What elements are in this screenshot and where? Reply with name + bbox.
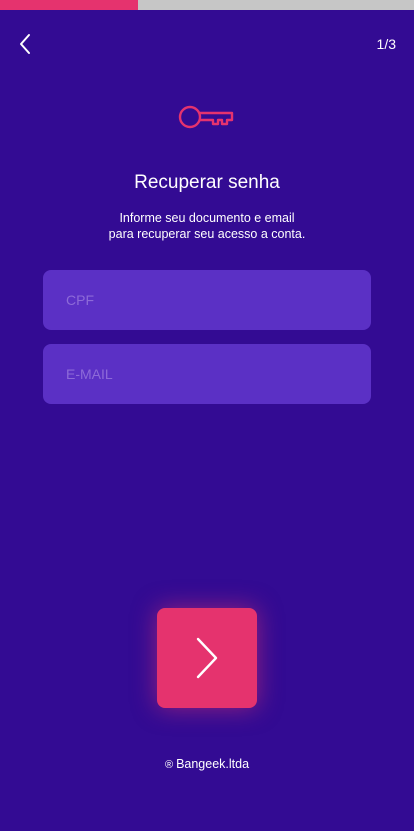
company-name: Bangeek.ltda xyxy=(176,757,250,771)
next-button[interactable] xyxy=(157,608,257,708)
cpf-field[interactable] xyxy=(43,270,371,330)
footer-brand: ® Bangeek.ltda xyxy=(0,757,414,771)
step-counter: 1/3 xyxy=(376,36,396,52)
chevron-left-icon xyxy=(20,34,30,54)
progress-bar xyxy=(0,0,414,10)
key-icon xyxy=(178,105,234,129)
progress-bar-fill xyxy=(0,0,138,10)
page-subtitle: Informe seu documento e email para recup… xyxy=(60,210,354,242)
registered-symbol: ® xyxy=(164,759,174,771)
subtitle-line-2: para recuperar seu acesso a conta. xyxy=(108,227,306,241)
cpf-input[interactable] xyxy=(66,292,348,308)
chevron-right-icon xyxy=(196,637,218,679)
back-button[interactable] xyxy=(10,28,40,60)
subtitle-line-1: Informe seu documento e email xyxy=(119,211,295,225)
email-input[interactable] xyxy=(66,366,348,382)
email-field[interactable] xyxy=(43,344,371,404)
page-title: Recuperar senha xyxy=(134,172,280,193)
